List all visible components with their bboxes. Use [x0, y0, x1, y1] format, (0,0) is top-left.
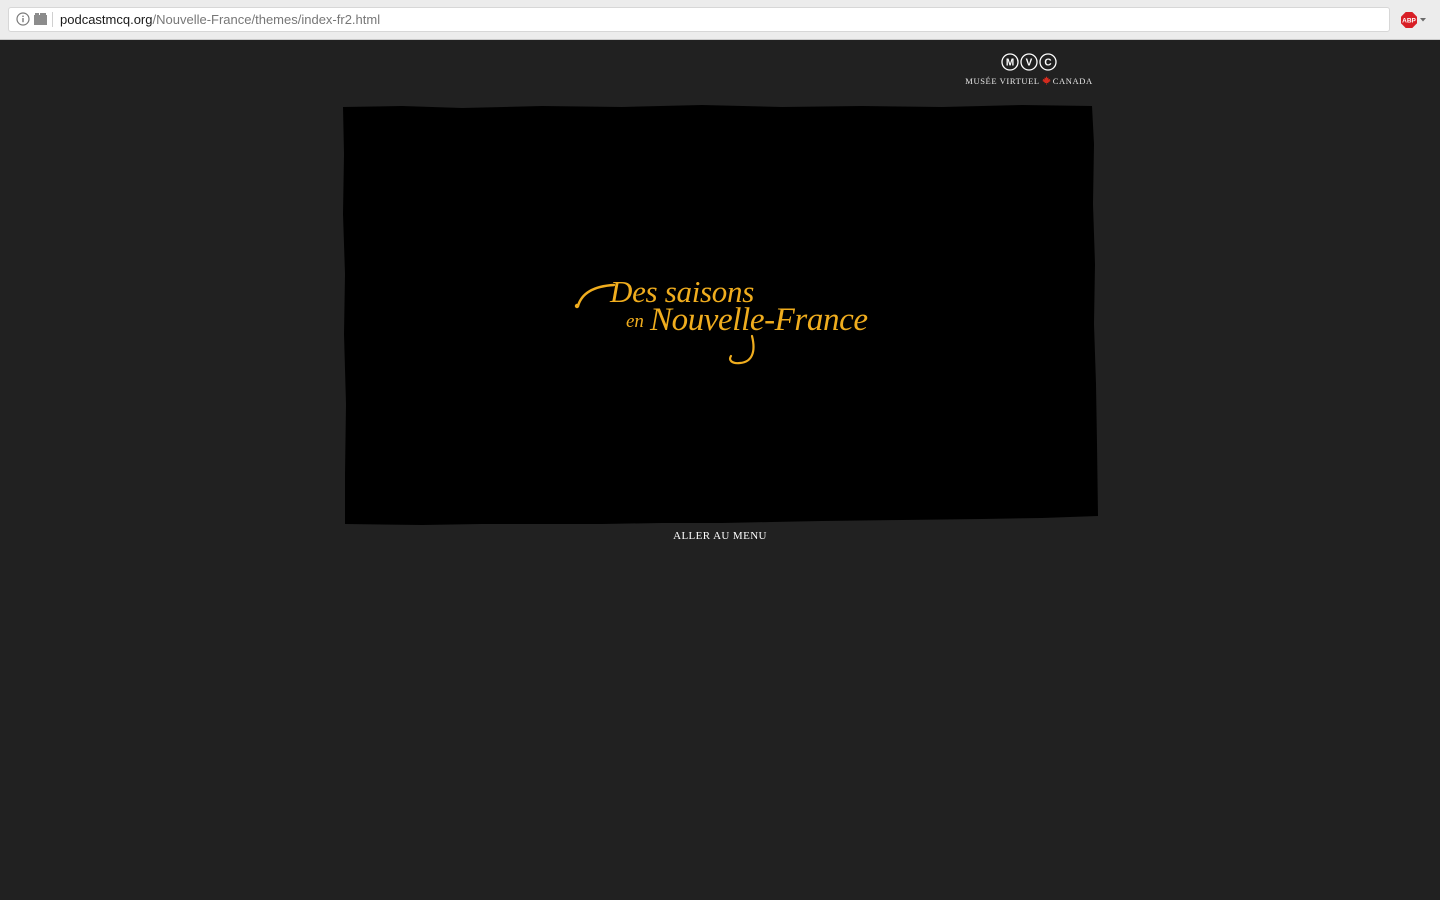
title-line-2: Nouvelle-France: [650, 302, 868, 338]
page-icon: [34, 13, 47, 25]
go-to-menu-link[interactable]: ALLER AU MENU: [620, 530, 820, 542]
info-icon[interactable]: [16, 12, 30, 26]
url-host: podcastmcq.org: [60, 12, 153, 27]
mvc-caption-left: MUSÉE VIRTUEL: [965, 76, 1040, 86]
mvc-caption-right: CANADA: [1052, 76, 1093, 86]
maple-leaf-icon: [1041, 76, 1051, 85]
address-divider: [52, 12, 53, 27]
adblock-plus-label: ABP: [1402, 18, 1416, 25]
title-small-word: en: [626, 311, 644, 332]
url-text[interactable]: podcastmcq.org/Nouvelle-France/themes/in…: [60, 12, 380, 28]
adblock-plus-icon[interactable]: ABP: [1401, 11, 1429, 29]
mvc-letter-circles: M V C: [1001, 53, 1057, 71]
browser-toolbar: podcastmcq.org/Nouvelle-France/themes/in…: [0, 0, 1440, 40]
mvc-letter-m: M: [1006, 58, 1014, 69]
mvc-caption: MUSÉE VIRTUEL CANADA: [962, 76, 1096, 86]
mvc-letter-c: C: [1044, 58, 1051, 69]
url-path: /Nouvelle-France/themes/index-fr2.html: [152, 12, 381, 27]
mvc-letter-v: V: [1026, 58, 1033, 69]
chevron-down-icon: [1420, 18, 1426, 22]
address-bar[interactable]: podcastmcq.org/Nouvelle-France/themes/in…: [8, 7, 1390, 32]
